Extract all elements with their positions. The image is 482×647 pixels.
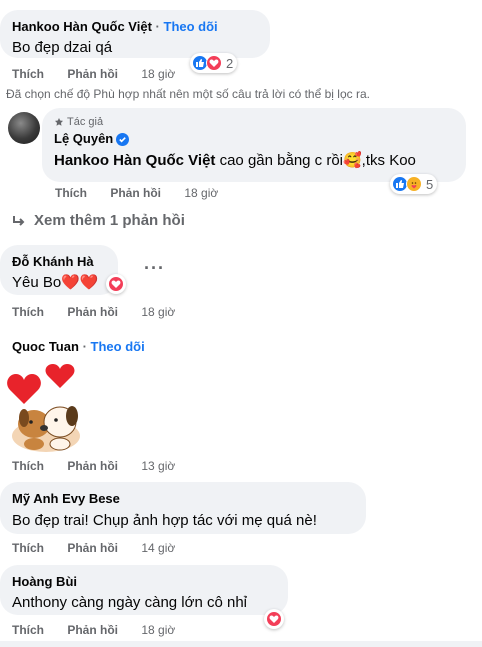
separator-dot: · bbox=[82, 339, 87, 354]
commenter-name[interactable]: Quoc Tuan bbox=[12, 339, 79, 354]
reaction-summary[interactable]: 5 bbox=[390, 174, 438, 194]
heart-icon bbox=[206, 55, 222, 71]
next-comment-edge bbox=[0, 641, 482, 647]
comment-actions: Thích Phản hồi 18 giờ bbox=[55, 186, 218, 200]
reaction-summary[interactable] bbox=[264, 609, 284, 629]
comment-bubble-author: Tác giả Lệ Quyên Hankoo Hàn Quốc Việt ca… bbox=[42, 108, 466, 182]
separator-dot: · bbox=[155, 19, 160, 34]
like-button[interactable]: Thích bbox=[12, 623, 44, 637]
comment-text: Yêu Bo❤️❤️ bbox=[12, 274, 99, 291]
like-button[interactable]: Thích bbox=[12, 67, 44, 81]
comment-bubble-do-khanh-ha: Đỗ Khánh Hà Yêu Bo❤️❤️ bbox=[0, 245, 118, 295]
commenter-name[interactable]: Lệ Quyên bbox=[54, 131, 113, 146]
comment-text: Anthony càng ngày càng lớn cô nhỉ bbox=[12, 594, 247, 611]
timestamp[interactable]: 18 giờ bbox=[184, 186, 218, 200]
timestamp[interactable]: 14 giờ bbox=[141, 541, 175, 555]
filter-note: Đã chọn chế độ Phù hợp nhất nên một số c… bbox=[6, 87, 370, 101]
comment-actions: Thích Phản hồi 13 giờ bbox=[12, 459, 175, 473]
like-button[interactable]: Thích bbox=[55, 186, 87, 200]
timestamp[interactable]: 18 giờ bbox=[141, 67, 175, 81]
commenter-name[interactable]: Đỗ Khánh Hà bbox=[12, 253, 106, 270]
mention-link[interactable]: Hankoo Hàn Quốc Việt bbox=[54, 152, 215, 169]
commenter-name[interactable]: Hoàng Bùi bbox=[12, 573, 276, 590]
reply-button[interactable]: Phản hồi bbox=[67, 459, 118, 473]
reaction-summary[interactable] bbox=[106, 274, 126, 294]
reaction-count: 5 bbox=[426, 176, 434, 192]
more-replies-label: Xem thêm 1 phản hồi bbox=[34, 212, 185, 229]
reply-button[interactable]: Phản hồi bbox=[67, 67, 118, 81]
avatar[interactable] bbox=[8, 112, 40, 144]
author-tag-icon bbox=[55, 118, 63, 126]
reply-button[interactable]: Phản hồi bbox=[67, 305, 118, 319]
comment-actions: Thích Phản hồi 18 giờ bbox=[12, 305, 175, 319]
timestamp[interactable]: 18 giờ bbox=[141, 305, 175, 319]
heart-icon bbox=[108, 276, 124, 292]
author-tag-label: Tác giả bbox=[67, 116, 104, 128]
comment-bubble-hoang-bui: Hoàng Bùi Anthony càng ngày càng lớn cô … bbox=[0, 565, 288, 615]
reaction-count: 2 bbox=[226, 55, 234, 71]
comment-bubble-hankoo: Hankoo Hàn Quốc Việt · Theo dõi Bo đẹp d… bbox=[0, 10, 270, 58]
comment-text: cao gần bằng c rồi🥰,tks Koo bbox=[215, 152, 416, 169]
comment-actions: Thích Phản hồi 18 giờ bbox=[12, 67, 175, 81]
timestamp[interactable]: 18 giờ bbox=[141, 623, 175, 637]
commenter-name[interactable]: Hankoo Hàn Quốc Việt bbox=[12, 19, 152, 34]
like-button[interactable]: Thích bbox=[12, 305, 44, 319]
comment-bubble-my-anh: Mỹ Anh Evy Bese Bo đẹp trai! Chụp ảnh hợ… bbox=[0, 482, 366, 534]
reply-button[interactable]: Phản hồi bbox=[110, 186, 161, 200]
follow-link[interactable]: Theo dõi bbox=[164, 19, 218, 34]
more-options-icon[interactable]: ··· bbox=[144, 258, 165, 279]
author-badge: Tác giả bbox=[54, 116, 454, 128]
reaction-summary[interactable]: 2 bbox=[190, 53, 238, 73]
care-icon bbox=[406, 176, 422, 192]
comment-text: Bo đẹp trai! Chụp ảnh hợp tác với mẹ quá… bbox=[12, 512, 317, 529]
like-button[interactable]: Thích bbox=[12, 541, 44, 555]
like-button[interactable]: Thích bbox=[12, 459, 44, 473]
sticker-image bbox=[7, 364, 80, 452]
reply-button[interactable]: Phản hồi bbox=[67, 541, 118, 555]
timestamp[interactable]: 13 giờ bbox=[141, 459, 175, 473]
follow-link[interactable]: Theo dõi bbox=[91, 339, 145, 354]
reply-arrow-icon bbox=[13, 215, 25, 226]
reply-button[interactable]: Phản hồi bbox=[67, 623, 118, 637]
comment-actions: Thích Phản hồi 14 giờ bbox=[12, 541, 175, 555]
commenter-name[interactable]: Mỹ Anh Evy Bese bbox=[12, 490, 354, 507]
verified-icon bbox=[116, 133, 130, 146]
more-replies-link[interactable]: Xem thêm 1 phản hồi bbox=[12, 212, 185, 229]
comment-actions: Thích Phản hồi 18 giờ bbox=[12, 623, 175, 637]
heart-icon bbox=[266, 611, 282, 627]
